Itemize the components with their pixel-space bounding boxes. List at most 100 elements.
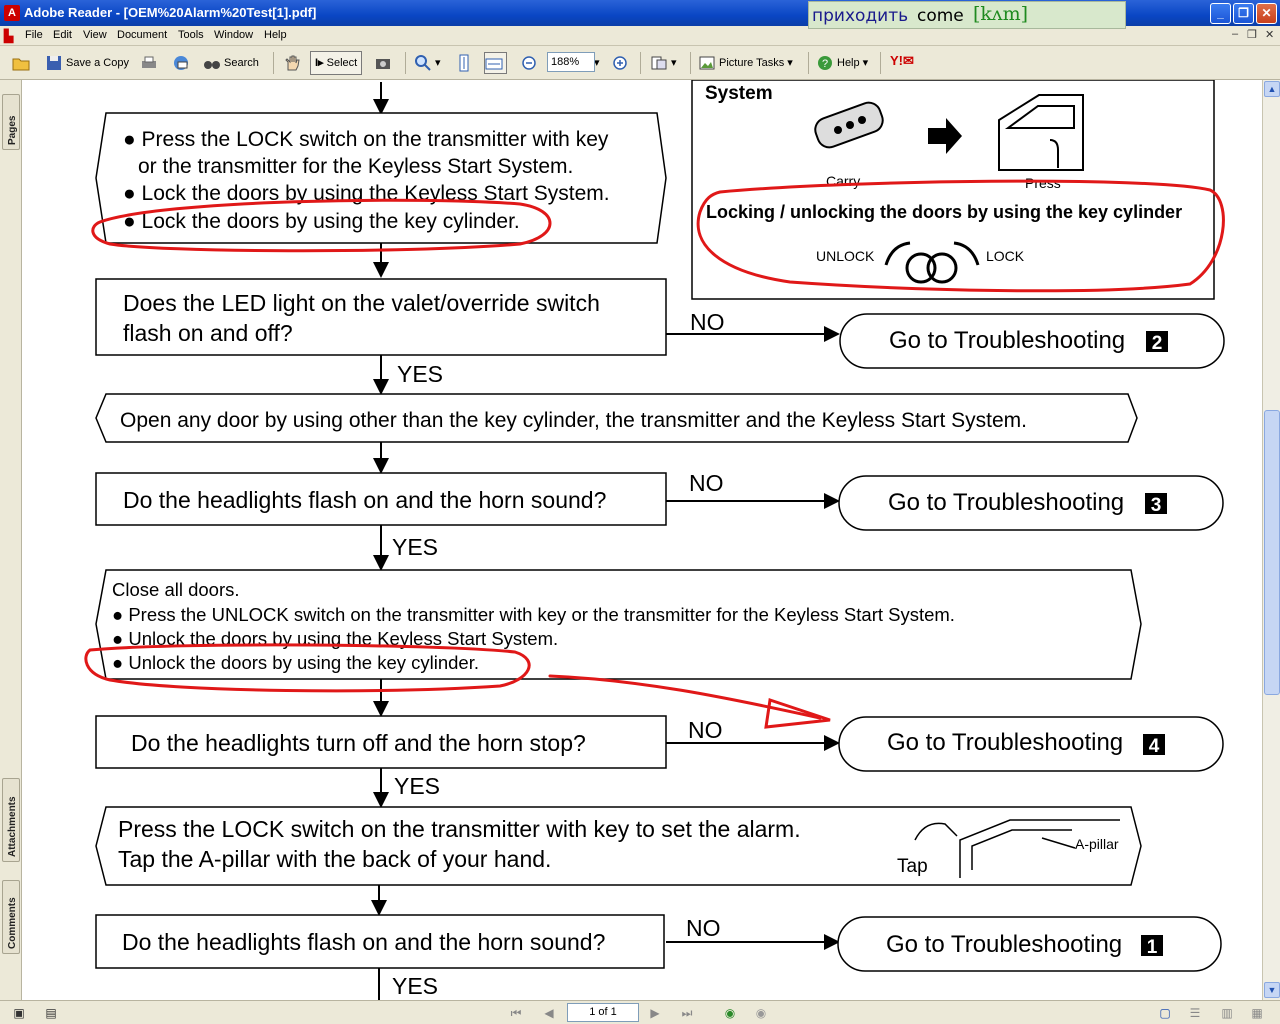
dictionary-english-word: come	[917, 6, 964, 26]
select-label: Select	[326, 57, 358, 69]
zoom-in-button[interactable]	[611, 52, 632, 74]
picture-tasks-icon	[699, 56, 715, 70]
zoom-level-input[interactable]: 188%	[547, 52, 595, 72]
scroll-down-button[interactable]: ▼	[1264, 982, 1280, 998]
rotate-pages-icon	[651, 56, 667, 70]
save-copy-button[interactable]: Save a Copy	[45, 52, 129, 74]
page-thumbnail-icon[interactable]: ▤	[42, 1004, 60, 1022]
document-close-button[interactable]: ✕	[1265, 28, 1274, 41]
save-copy-label: Save a Copy	[66, 57, 129, 69]
select-tool-button[interactable]: I▸ Select	[310, 51, 363, 75]
open-button[interactable]	[12, 52, 33, 74]
document-minimize-button[interactable]: –	[1232, 28, 1238, 40]
navigation-pane: Pages Attachments Comments	[0, 80, 22, 1000]
document-restore-button[interactable]: ❐	[1247, 28, 1257, 41]
continuous-facing-view-icon[interactable]: ▦	[1248, 1004, 1266, 1022]
globe-mail-icon	[174, 56, 188, 71]
document-view[interactable]: ● Press the LOCK switch on the transmitt…	[22, 80, 1262, 1000]
fit-page-button[interactable]	[455, 52, 476, 74]
menu-tools[interactable]: Tools	[178, 29, 204, 41]
menu-document[interactable]: Document	[117, 29, 167, 41]
system-heading: System	[705, 83, 773, 104]
restore-button[interactable]: ❐	[1233, 3, 1254, 24]
toolbar-separator	[808, 52, 809, 74]
binoculars-icon	[204, 61, 220, 70]
picture-tasks-button[interactable]: Picture Tasks ▾	[698, 52, 793, 74]
menu-edit[interactable]: Edit	[53, 29, 72, 41]
troubleshooting-2-label: Go to Troubleshooting	[889, 327, 1125, 354]
toolbar-separator	[880, 52, 881, 74]
toolbar: Save a Copy Search I▸ Select ▾ ▾ ▾ Pictu…	[0, 46, 1280, 80]
zoom-out-button[interactable]	[520, 52, 541, 74]
yes-label-2: YES	[392, 534, 438, 560]
pdf-document-icon: ▙	[4, 29, 14, 43]
rotate-view-button[interactable]: ▾	[650, 52, 677, 74]
headlights-flash-question: Do the headlights flash on and the horn …	[123, 487, 606, 513]
a-pillar-label: A-pillar	[1075, 836, 1119, 852]
dropdown-arrow-icon: ▾	[671, 57, 677, 69]
previous-page-button[interactable]: ◀	[540, 1004, 558, 1022]
troubleshooting-3-label: Go to Troubleshooting	[888, 489, 1124, 516]
led-question-line1: Does the LED light on the valet/override…	[123, 290, 600, 316]
comments-tab-label: Comments	[7, 897, 18, 949]
troubleshooting-1-label: Go to Troubleshooting	[886, 931, 1122, 958]
red-arrow-line	[548, 674, 822, 720]
search-label: Search	[224, 57, 259, 69]
headlights-off-question: Do the headlights turn off and the horn …	[131, 730, 586, 756]
page-number-input[interactable]: 1 of 1	[567, 1003, 639, 1022]
close-button[interactable]: ✕	[1256, 3, 1277, 24]
first-page-button[interactable]: ⏮	[507, 1004, 525, 1022]
scrollbar-thumb[interactable]	[1264, 410, 1280, 695]
minus-circle-icon	[522, 56, 536, 70]
toolbar-separator	[273, 52, 274, 74]
comments-tab[interactable]: Comments	[2, 880, 20, 954]
fit-width-button[interactable]	[484, 52, 507, 74]
go-forward-icon[interactable]: ◉	[752, 1004, 770, 1022]
continuous-view-icon[interactable]: ☰	[1186, 1004, 1204, 1022]
folder-open-icon	[12, 58, 30, 71]
set-alarm-line2: Tap the A-pillar with the back of your h…	[118, 846, 551, 872]
menu-help[interactable]: Help	[264, 29, 287, 41]
facing-view-icon[interactable]: ▥	[1218, 1004, 1236, 1022]
tap-label: Tap	[897, 856, 928, 877]
search-button[interactable]: Search	[203, 52, 259, 74]
number-4-label: 4	[1149, 736, 1160, 757]
menu-view[interactable]: View	[83, 29, 107, 41]
print-button[interactable]	[140, 52, 161, 74]
set-alarm-line1: Press the LOCK switch on the transmitter…	[118, 816, 801, 842]
window-title: Adobe Reader - [OEM%20Alarm%20Test[1].pd…	[24, 5, 317, 20]
svg-text:?: ?	[822, 58, 828, 70]
zoom-in-tool-button[interactable]: ▾	[414, 52, 441, 74]
close-doors-line: Close all doors.	[112, 579, 240, 600]
yes-label-3: YES	[394, 773, 440, 799]
locking-heading: Locking / unlocking the doors by using t…	[706, 202, 1182, 222]
email-button[interactable]	[172, 52, 193, 74]
fit-width-icon	[485, 58, 503, 70]
last-page-button[interactable]: ⏭	[678, 1004, 696, 1022]
toolbar-separator	[405, 52, 406, 74]
help-button[interactable]: ? Help ▾	[816, 52, 868, 74]
dropdown-arrow-icon: ▾	[435, 57, 441, 69]
printer-icon	[142, 56, 156, 69]
minimize-button[interactable]: _	[1210, 3, 1231, 24]
attachments-tab[interactable]: Attachments	[2, 778, 20, 862]
single-page-view-icon[interactable]: ▢	[1156, 1004, 1174, 1022]
pages-tab[interactable]: Pages	[2, 94, 20, 150]
next-page-button[interactable]: ▶	[646, 1004, 664, 1022]
yahoo-toolbar-icon[interactable]: Y!✉	[890, 53, 914, 69]
hand-icon	[285, 55, 300, 71]
hand-tool-button[interactable]	[283, 52, 304, 74]
number-3-label: 3	[1151, 495, 1162, 516]
headlights-flash-question-2: Do the headlights flash on and the horn …	[122, 929, 605, 955]
vertical-scrollbar[interactable]: ▲ ▼	[1262, 80, 1280, 1000]
snapshot-button[interactable]	[374, 52, 395, 74]
go-back-icon[interactable]: ◉	[721, 1004, 739, 1022]
menu-window[interactable]: Window	[214, 29, 253, 41]
lock-bullet-1-cont: or the transmitter for the Keyless Start…	[138, 155, 573, 178]
menu-file[interactable]: File	[25, 29, 43, 41]
scroll-up-button[interactable]: ▲	[1264, 81, 1280, 97]
number-1-label: 1	[1147, 937, 1158, 958]
page-layout-icon[interactable]: ▣	[10, 1004, 28, 1022]
yes-label-1: YES	[397, 361, 443, 387]
picture-tasks-label: Picture Tasks	[719, 57, 785, 69]
